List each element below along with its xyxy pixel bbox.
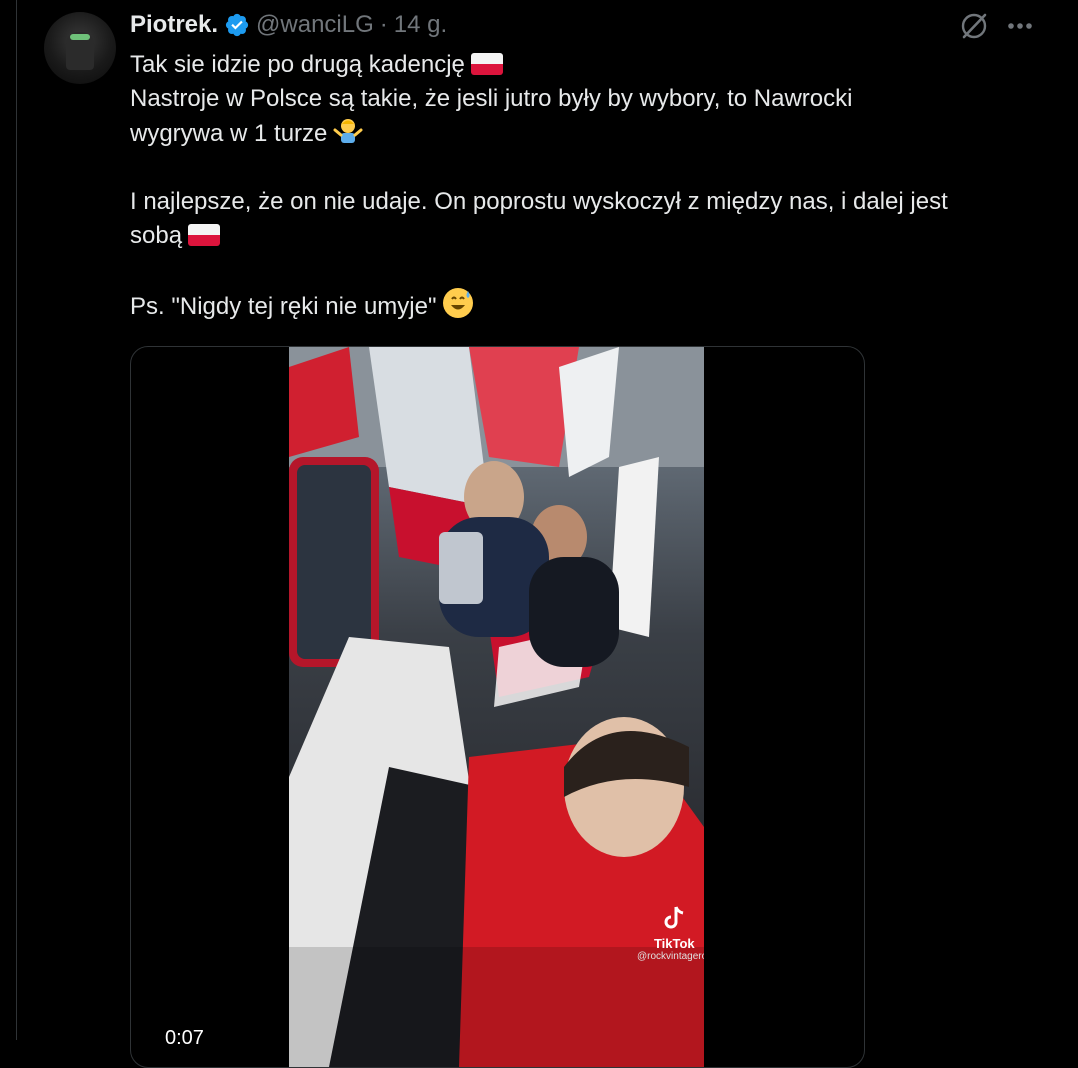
tweet-time[interactable]: 14 g.: [394, 11, 447, 39]
more-icon[interactable]: [1004, 10, 1036, 42]
flag-poland-icon: [470, 53, 503, 75]
separator: ·: [379, 11, 388, 38]
video-timestamp: 0:07: [165, 1027, 204, 1049]
tweet-line: Ps. "Nigdy tej ręki nie umyje": [130, 293, 437, 320]
author-handle[interactable]: @wanciLG: [256, 11, 374, 39]
tiktok-brand: TikTok: [653, 936, 695, 951]
verified-badge-icon: [225, 13, 249, 37]
tweet-line: Tak sie idzie po drugą kadencję: [130, 51, 465, 78]
tiktok-icon: [664, 906, 684, 929]
grinning-sweat-emoji-icon: [443, 288, 474, 318]
tiktok-handle: @rockvintageroll: [637, 951, 704, 962]
tweet-text: Tak sie idzie po drugą kadencję Nastroje …: [130, 48, 1055, 324]
timeline-divider: [16, 0, 17, 1040]
tweet-header: Piotrek. @wanciLG · 14 g.: [130, 8, 447, 42]
tweet-line: sobą: [130, 222, 183, 249]
grok-icon[interactable]: [958, 10, 990, 42]
tiktok-watermark: TikTok @rockvintageroll: [637, 903, 704, 962]
video-frame[interactable]: TikTok @rockvintageroll: [289, 347, 704, 1067]
author-name[interactable]: Piotrek.: [130, 11, 218, 39]
avatar[interactable]: [44, 12, 116, 84]
tweet-line: Nastroje w Polsce są takie, że jesli jut…: [130, 85, 853, 112]
video-player[interactable]: TikTok @rockvintageroll 0:07: [130, 346, 865, 1068]
flag-poland-icon: [188, 224, 221, 246]
tweet-line: wygrywa w 1 turze: [130, 120, 328, 147]
tweet-line: I najlepsze, że on nie udaje. On poprost…: [130, 188, 948, 215]
shrug-emoji-icon: [333, 119, 363, 143]
